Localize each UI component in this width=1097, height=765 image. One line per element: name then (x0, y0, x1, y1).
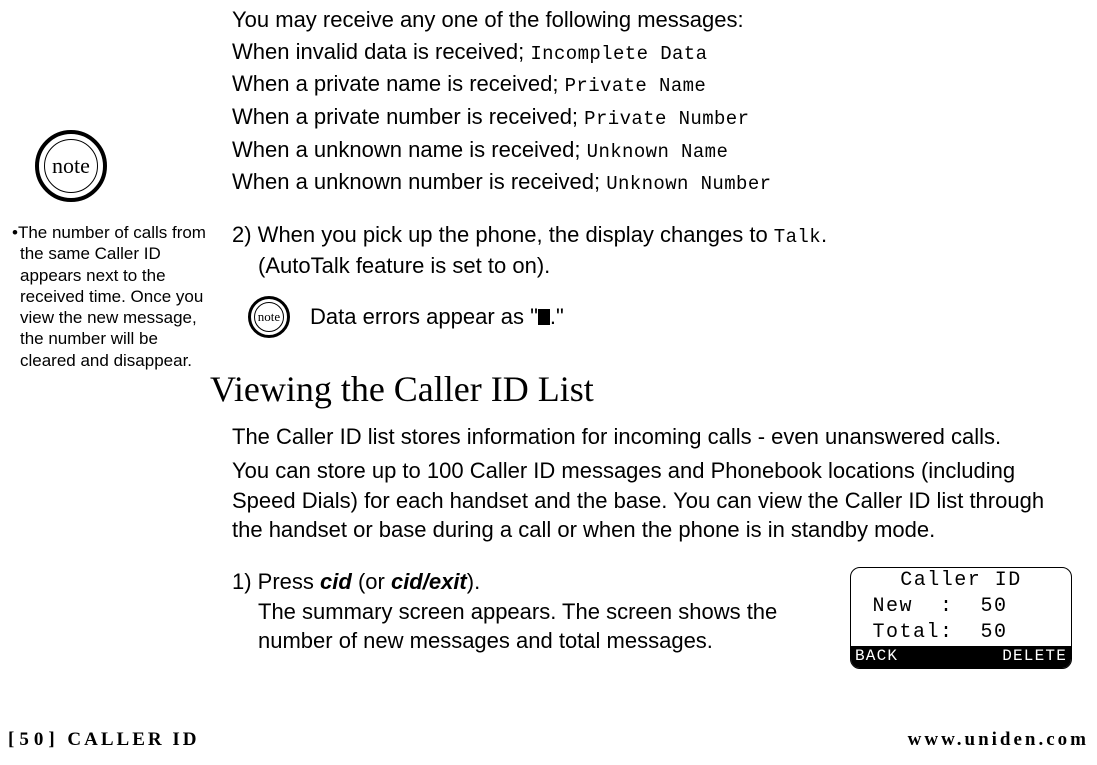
softkey-back: BACK (853, 646, 900, 668)
intro-line-5: When a unknown name is received; Unknown… (232, 135, 1072, 166)
footer-page-number: [50] (8, 729, 60, 750)
s1c: (or (352, 569, 391, 594)
intro-line-6: When a unknown number is received; Unkno… (232, 167, 1072, 198)
intro-4b: Private Number (584, 108, 749, 130)
intro-2b: Incomplete Data (530, 43, 707, 65)
intro-2a: When invalid data is received; (232, 39, 530, 64)
section-heading: Viewing the Caller ID List (210, 368, 1072, 410)
intro-line-2: When invalid data is received; Incomplet… (232, 37, 1072, 68)
lcd-line-3: Total: 50 (851, 620, 1071, 646)
note-badge-large: note (35, 130, 107, 202)
intro-line-1: You may receive any one of the following… (232, 5, 1072, 35)
note-icon: note (248, 296, 290, 338)
paragraph-1: The Caller ID list stores information fo… (232, 422, 1072, 452)
intro-3b: Private Name (565, 75, 707, 97)
paragraph-2: You can store up to 100 Caller ID messag… (232, 456, 1072, 545)
step1-line2: The summary screen appears. The screen s… (232, 597, 826, 656)
margin-note-text: •The number of calls from the same Calle… (18, 222, 210, 371)
s1a: 1) Press (232, 569, 320, 594)
softkey-delete: DELETE (1000, 646, 1069, 668)
lcd-display: Caller ID New : 50 Total: 50 BACK DELETE (850, 567, 1072, 669)
inline-note-text: Data errors appear as " ." (310, 302, 564, 332)
footer-url: www.uniden.com (908, 729, 1089, 751)
intro-6a: When a unknown number is received; (232, 169, 606, 194)
intro-6b: Unknown Number (606, 173, 771, 195)
step-1-block: 1) Press cid (or cid/exit). The summary … (232, 567, 1072, 669)
lcd-softkey-bar: BACK DELETE (851, 646, 1071, 668)
page-footer: [50] CALLER ID www.uniden.com (0, 729, 1097, 751)
intro-5a: When a unknown name is received; (232, 137, 587, 162)
step-2-line2: (AutoTalk feature is set to on). (232, 251, 1072, 281)
inline-note-a: Data errors appear as " (310, 304, 538, 329)
black-square-icon (538, 309, 550, 325)
inline-note-row: note Data errors appear as " ." (232, 296, 1072, 338)
s1e: ). (467, 569, 480, 594)
s1b: cid (320, 569, 352, 594)
step2-dot: . (821, 222, 827, 247)
intro-4a: When a private number is received; (232, 104, 584, 129)
footer-left: [50] CALLER ID (8, 729, 199, 751)
note-icon-label: note (258, 309, 280, 325)
intro-line-3: When a private name is received; Private… (232, 69, 1072, 100)
note-badge-inner-ring: note (44, 139, 98, 193)
intro-line-4: When a private number is received; Priva… (232, 102, 1072, 133)
intro-3a: When a private name is received; (232, 71, 565, 96)
s1d: cid/exit (391, 569, 467, 594)
step1-line1: 1) Press cid (or cid/exit). (232, 567, 826, 597)
note-badge-label: note (52, 153, 90, 179)
step2-a: 2) When you pick up the phone, the displ… (232, 222, 774, 247)
step2-talk: Talk (774, 226, 821, 248)
lcd-line-1: Caller ID (851, 568, 1071, 594)
lcd-line-2: New : 50 (851, 594, 1071, 620)
inline-note-b: ." (550, 304, 564, 329)
intro-block: You may receive any one of the following… (232, 5, 1072, 198)
intro-5b: Unknown Name (587, 141, 729, 163)
step-2: 2) When you pick up the phone, the displ… (232, 220, 1072, 251)
footer-section: CALLER ID (60, 729, 200, 750)
